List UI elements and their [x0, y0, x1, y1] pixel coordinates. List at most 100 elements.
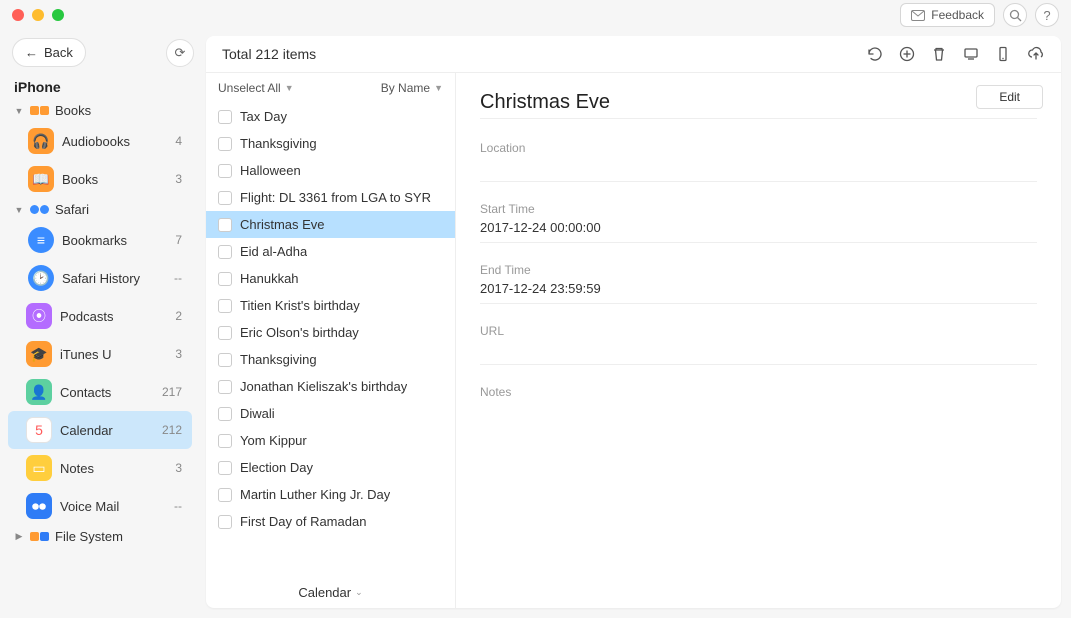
contacts-icon: 👤 [26, 379, 52, 405]
upload-to-cloud-button[interactable] [1027, 46, 1045, 62]
event-row[interactable]: Christmas Eve [206, 211, 455, 238]
event-checkbox[interactable] [218, 218, 232, 232]
event-row[interactable]: Election Day [206, 454, 455, 481]
sort-label: By Name [381, 81, 430, 95]
event-label: Tax Day [240, 109, 287, 124]
event-row[interactable]: Martin Luther King Jr. Day [206, 481, 455, 508]
event-checkbox[interactable] [218, 407, 232, 421]
event-row[interactable]: Eric Olson's birthday [206, 319, 455, 346]
chevron-right-icon: ▶ [14, 531, 24, 542]
event-checkbox[interactable] [218, 299, 232, 313]
event-label: Eid al-Adha [240, 244, 307, 259]
search-button[interactable] [1003, 3, 1027, 27]
maximize-window-button[interactable] [52, 9, 64, 21]
chevron-down-icon: ⌄ [355, 587, 363, 598]
add-button[interactable] [899, 46, 915, 62]
sidebar-item-itunesu[interactable]: 🎓 iTunes U 3 [8, 335, 192, 373]
event-checkbox[interactable] [218, 353, 232, 367]
sidebar-item-label: Bookmarks [62, 233, 158, 248]
event-checkbox[interactable] [218, 272, 232, 286]
export-to-mac-button[interactable] [963, 46, 979, 62]
sidebar-item-calendar[interactable]: 5 Calendar 212 [8, 411, 192, 449]
refresh-button[interactable] [867, 46, 883, 62]
event-label: Halloween [240, 163, 301, 178]
event-checkbox[interactable] [218, 137, 232, 151]
feedback-button[interactable]: Feedback [900, 3, 995, 27]
safari-group-icon [30, 205, 49, 214]
sidebar-item-count: 7 [158, 233, 182, 247]
group-filesystem[interactable]: ▶ File System [8, 525, 198, 548]
close-window-button[interactable] [12, 9, 24, 21]
back-button[interactable]: ← Back [12, 38, 86, 67]
sort-dropdown[interactable]: By Name ▼ [381, 81, 443, 95]
sidebar-item-audiobooks[interactable]: 🎧 Audiobooks 4 [10, 122, 192, 160]
event-row[interactable]: Hanukkah [206, 265, 455, 292]
event-checkbox[interactable] [218, 434, 232, 448]
unselect-all-label: Unselect All [218, 81, 281, 95]
export-to-device-button[interactable] [995, 46, 1011, 62]
help-button[interactable]: ? [1035, 3, 1059, 27]
calendar-filter-dropdown[interactable]: Calendar ⌄ [298, 585, 362, 600]
end-time-label: End Time [480, 263, 1037, 277]
event-row[interactable]: First Day of Ramadan [206, 508, 455, 535]
titlebar: Feedback ? [0, 0, 1071, 30]
event-checkbox[interactable] [218, 326, 232, 340]
sidebar-item-label: Notes [60, 461, 158, 476]
event-row[interactable]: Diwali [206, 400, 455, 427]
audiobooks-icon: 🎧 [28, 128, 54, 154]
bookmarks-icon: ≡ [28, 227, 54, 253]
event-checkbox[interactable] [218, 191, 232, 205]
start-time-value: 2017-12-24 00:00:00 [480, 220, 1037, 236]
event-row[interactable]: Jonathan Kieliszak's birthday [206, 373, 455, 400]
back-label: Back [44, 45, 73, 60]
calendar-filter-label: Calendar [298, 585, 351, 600]
event-row[interactable]: Halloween [206, 157, 455, 184]
minimize-window-button[interactable] [32, 9, 44, 21]
event-title: Christmas Eve [480, 91, 1037, 119]
sidebar-item-notes[interactable]: ▭ Notes 3 [8, 449, 192, 487]
event-row[interactable]: Thanksgiving [206, 130, 455, 157]
event-row[interactable]: Eid al-Adha [206, 238, 455, 265]
sidebar-item-voicemail[interactable]: ⏺⏺ Voice Mail -- [8, 487, 192, 525]
sidebar-item-podcasts[interactable]: ⦿ Podcasts 2 [8, 297, 192, 335]
group-books[interactable]: ▼ Books [8, 99, 198, 122]
delete-button[interactable] [931, 46, 947, 62]
event-checkbox[interactable] [218, 245, 232, 259]
event-checkbox[interactable] [218, 380, 232, 394]
question-icon: ? [1043, 8, 1050, 23]
sidebar-item-contacts[interactable]: 👤 Contacts 217 [8, 373, 192, 411]
event-checkbox[interactable] [218, 110, 232, 124]
location-value [480, 159, 1037, 175]
sidebar-item-books[interactable]: 📖 Books 3 [10, 160, 192, 198]
sidebar-refresh-button[interactable]: ⟳ [166, 39, 194, 67]
sidebar-item-count: 217 [158, 385, 182, 399]
event-row[interactable]: Flight: DL 3361 from LGA to SYR [206, 184, 455, 211]
event-row[interactable]: Yom Kippur [206, 427, 455, 454]
event-label: Eric Olson's birthday [240, 325, 359, 340]
books-icon: 📖 [28, 166, 54, 192]
device-label: iPhone [8, 73, 198, 99]
event-label: Election Day [240, 460, 313, 475]
event-row[interactable]: Titien Krist's birthday [206, 292, 455, 319]
sidebar-item-bookmarks[interactable]: ≡ Bookmarks 7 [10, 221, 192, 259]
event-detail-panel: Edit Christmas Eve Location Start Time 2… [456, 73, 1061, 608]
itunesu-icon: 🎓 [26, 341, 52, 367]
total-items-label: Total 212 items [222, 46, 316, 62]
event-list[interactable]: Tax Day Thanksgiving Halloween Flight: DL 3… [206, 103, 455, 577]
unselect-all-dropdown[interactable]: Unselect All ▼ [218, 81, 294, 95]
event-checkbox[interactable] [218, 164, 232, 178]
edit-button[interactable]: Edit [976, 85, 1043, 109]
group-safari[interactable]: ▼ Safari [8, 198, 198, 221]
chevron-down-icon: ▼ [14, 205, 24, 215]
sidebar-item-count: 212 [158, 423, 182, 437]
event-row[interactable]: Tax Day [206, 103, 455, 130]
event-checkbox[interactable] [218, 461, 232, 475]
event-row[interactable]: Thanksgiving [206, 346, 455, 373]
group-filesystem-label: File System [55, 529, 123, 544]
sidebar-item-safari-history[interactable]: 🕑 Safari History -- [10, 259, 192, 297]
group-safari-label: Safari [55, 202, 89, 217]
event-checkbox[interactable] [218, 515, 232, 529]
feedback-label: Feedback [931, 8, 984, 22]
event-checkbox[interactable] [218, 488, 232, 502]
event-list-column: Unselect All ▼ By Name ▼ Tax Day Thanksgi… [206, 73, 456, 608]
